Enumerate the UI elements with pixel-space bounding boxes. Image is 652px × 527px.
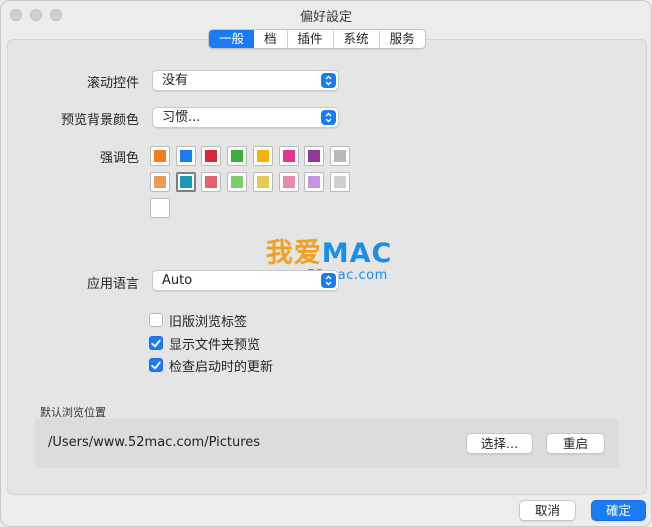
preview-bg-popup[interactable]: 习惯... xyxy=(152,107,339,128)
legacy-tabs-checkbox-row[interactable]: 旧版浏览标签 xyxy=(149,312,248,330)
accent-swatch[interactable] xyxy=(150,172,170,192)
check-updates-checkbox-row[interactable]: 检查启动时的更新 xyxy=(149,357,274,375)
accent-swatch[interactable] xyxy=(304,172,325,192)
check-updates-label: 检查启动时的更新 xyxy=(169,359,274,375)
popup-stepper-icon xyxy=(321,110,336,125)
scroll-control-value: 没有 xyxy=(162,73,189,88)
folder-preview-checkbox-row[interactable]: 显示文件夹预览 xyxy=(149,335,261,353)
check-updates-checkbox[interactable] xyxy=(149,358,163,372)
accent-swatch[interactable] xyxy=(175,172,196,192)
window-title: 偏好設定 xyxy=(299,10,352,25)
preview-bg-value: 习惯... xyxy=(162,110,201,125)
popup-stepper-icon xyxy=(321,73,336,88)
accent-swatch[interactable] xyxy=(329,146,350,166)
accent-swatch[interactable] xyxy=(278,146,299,166)
tab-plugins[interactable]: 插件 xyxy=(286,30,333,48)
accent-swatch[interactable] xyxy=(150,146,170,166)
accent-color-label: 强调色 xyxy=(99,151,139,166)
checkmark-icon xyxy=(151,361,161,369)
legacy-tabs-checkbox[interactable] xyxy=(149,313,163,327)
accent-swatch[interactable] xyxy=(304,146,325,166)
folder-preview-label: 显示文件夹预览 xyxy=(169,337,261,353)
accent-swatch[interactable] xyxy=(227,146,248,166)
default-location-box: /Users/www.52mac.com/Pictures 选择... 重启 xyxy=(34,418,619,468)
tab-files[interactable]: 档 xyxy=(254,30,287,48)
default-location-path: /Users/www.52mac.com/Pictures xyxy=(48,435,261,450)
accent-swatch[interactable] xyxy=(175,146,196,166)
ok-button[interactable]: 確定 xyxy=(591,500,646,521)
title-bar: 偏好設定 xyxy=(1,1,651,29)
accent-swatch[interactable] xyxy=(150,198,170,218)
choose-location-button[interactable]: 选择... xyxy=(466,433,533,454)
language-popup[interactable]: Auto xyxy=(152,270,339,291)
language-value: Auto xyxy=(162,273,193,288)
accent-swatch[interactable] xyxy=(227,172,248,192)
legacy-tabs-label: 旧版浏览标签 xyxy=(169,314,248,330)
accent-swatch[interactable] xyxy=(252,172,273,192)
watermark-part1: 我爱 xyxy=(265,238,322,269)
tab-general[interactable]: 一般 xyxy=(209,30,255,48)
preferences-window: 偏好設定 一般 档 插件 系统 服务 滚动控件 没有 预览背景颜色 习惯... … xyxy=(0,0,652,527)
tab-system[interactable]: 系统 xyxy=(332,30,379,48)
language-label: 应用语言 xyxy=(86,277,139,292)
accent-swatch[interactable] xyxy=(329,172,350,192)
accent-swatch[interactable] xyxy=(201,146,222,166)
popup-stepper-icon xyxy=(321,273,336,288)
accent-swatch[interactable] xyxy=(201,172,222,192)
checkmark-icon xyxy=(151,339,161,347)
watermark-part2: MAC xyxy=(321,238,393,269)
cancel-button[interactable]: 取消 xyxy=(519,500,576,521)
reset-location-button[interactable]: 重启 xyxy=(546,433,605,454)
accent-swatch[interactable] xyxy=(278,172,299,192)
accent-swatch[interactable] xyxy=(252,146,273,166)
folder-preview-checkbox[interactable] xyxy=(149,336,163,350)
scroll-control-popup[interactable]: 没有 xyxy=(152,70,339,91)
scroll-control-label: 滚动控件 xyxy=(86,76,139,91)
preview-bg-label: 预览背景颜色 xyxy=(60,113,139,128)
tab-services[interactable]: 服务 xyxy=(378,30,425,48)
tab-bar: 一般 档 插件 系统 服务 xyxy=(208,29,426,49)
